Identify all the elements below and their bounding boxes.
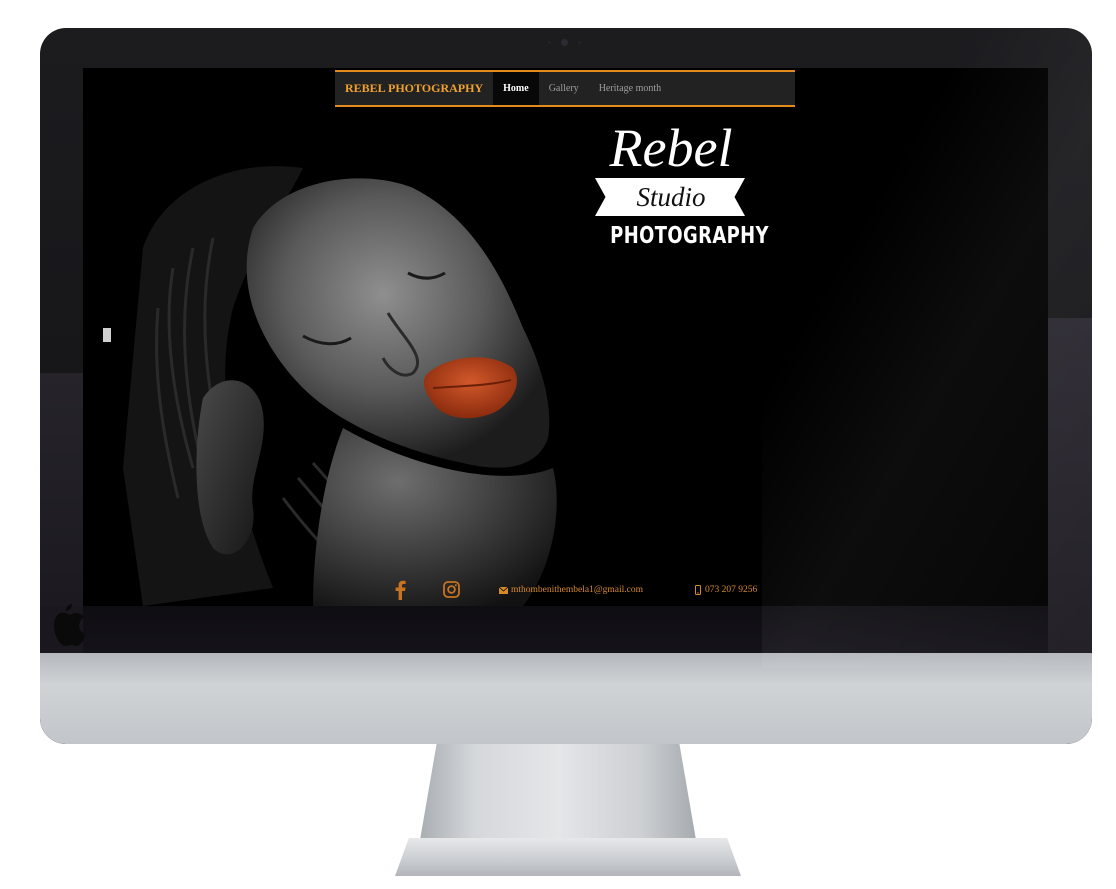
screen-lower-band: [83, 606, 1048, 653]
camera-sensor-icon: [548, 41, 551, 44]
phone-icon: [695, 585, 701, 595]
envelope-icon: [499, 586, 508, 594]
monitor-stand-base: [395, 838, 741, 876]
camera-sensor-icon: [578, 41, 581, 44]
instagram-icon[interactable]: [443, 581, 460, 598]
bezel-reflection: [40, 373, 83, 606]
studio-logo: Rebel Studio PHOTOGRAPHY: [593, 118, 769, 252]
logo-rebel-text: Rebel: [609, 118, 733, 178]
bezel-reflection: [1048, 318, 1092, 653]
top-navbar: REBEL PHOTOGRAPHY Home Gallery Heritage …: [335, 70, 795, 107]
email-text: mthombenithembela1@gmail.com: [511, 585, 643, 595]
brand-link[interactable]: REBEL PHOTOGRAPHY: [335, 81, 493, 96]
website-screen: REBEL PHOTOGRAPHY Home Gallery Heritage …: [83, 68, 1048, 606]
monitor-stand-neck: [420, 744, 696, 840]
apple-logo-icon: [54, 604, 85, 646]
camera-icon: [561, 39, 568, 46]
facebook-icon[interactable]: [393, 580, 407, 600]
hero-portrait-image: [83, 68, 1048, 606]
phone-number-text: 073 207 9256: [705, 585, 758, 595]
phone-contact: 073 207 9256: [695, 585, 757, 595]
nav-item-gallery[interactable]: Gallery: [539, 72, 589, 105]
logo-studio-text: Studio: [636, 182, 706, 212]
monitor-frame: REBEL PHOTOGRAPHY Home Gallery Heritage …: [40, 28, 1092, 744]
contact-footer: mthombenithembela1@gmail.com 073 207 925…: [83, 576, 1048, 606]
logo-photography-text: PHOTOGRAPHY: [610, 223, 769, 249]
nav-item-home[interactable]: Home: [493, 72, 539, 105]
email-link[interactable]: mthombenithembela1@gmail.com: [499, 585, 643, 595]
monitor-chin: [40, 653, 1092, 744]
nav-item-heritage-month[interactable]: Heritage month: [589, 72, 671, 105]
